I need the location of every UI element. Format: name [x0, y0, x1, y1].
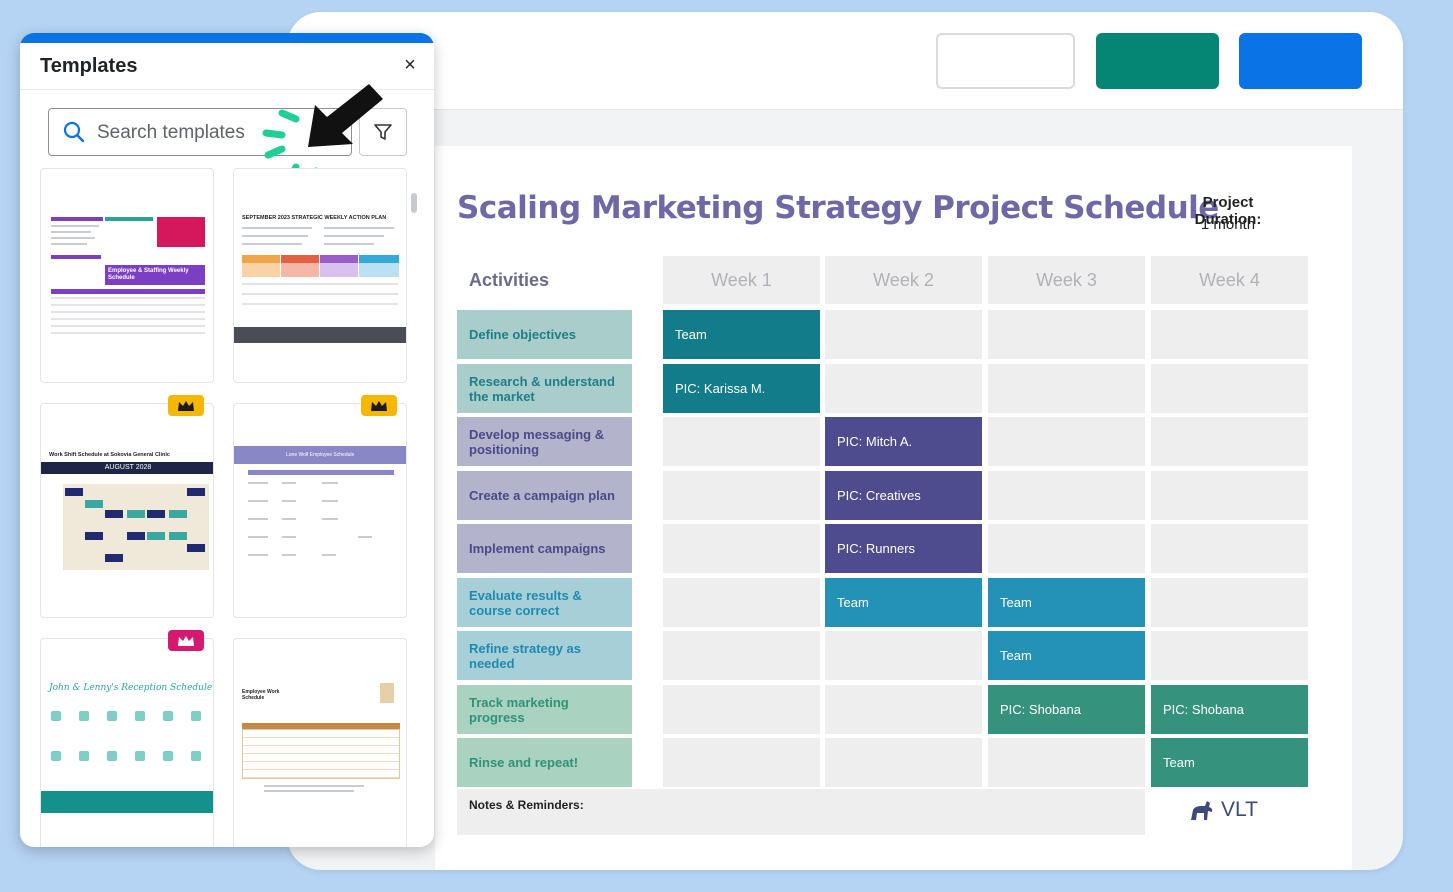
- template-card[interactable]: John & Lenny's Reception Schedule: [40, 638, 214, 847]
- scrollbar-thumb[interactable]: [411, 193, 417, 213]
- template-card[interactable]: Employee Work Schedule: [233, 638, 407, 847]
- week-header[interactable]: Week 1: [663, 256, 820, 304]
- schedule-block[interactable]: PIC: Karissa M.: [663, 364, 820, 413]
- activity-label[interactable]: Research & understand the market: [457, 364, 632, 413]
- schedule-empty-cell[interactable]: [663, 685, 820, 734]
- document-title[interactable]: Scaling Marketing Strategy Project Sched…: [457, 190, 1219, 226]
- pointer-arrow-icon: [308, 84, 383, 147]
- schedule-empty-cell[interactable]: [825, 364, 982, 413]
- template-caption: Employee & Staffing Weekly Schedule: [105, 265, 205, 285]
- template-caption: SEPTEMBER 2023 STRATEGIC WEEKLY ACTION P…: [242, 215, 387, 221]
- template-caption: Lone Wolf Employee Schedule: [234, 446, 406, 464]
- search-placeholder: Search templates: [97, 122, 245, 143]
- schedule-empty-cell[interactable]: [988, 364, 1145, 413]
- schedule-empty-cell[interactable]: [825, 685, 982, 734]
- premium-crown-icon: [168, 395, 204, 416]
- schedule-empty-cell[interactable]: [663, 471, 820, 520]
- schedule-block[interactable]: Team: [1151, 738, 1308, 787]
- activity-label[interactable]: Rinse and repeat!: [457, 738, 632, 787]
- schedule-block[interactable]: Team: [988, 578, 1145, 627]
- schedule-empty-cell[interactable]: [663, 524, 820, 573]
- schedule-block[interactable]: PIC: Mitch A.: [825, 417, 982, 466]
- fork-knife-icon: [157, 217, 205, 247]
- project-duration-value[interactable]: 1 month: [1169, 216, 1287, 233]
- schedule-empty-cell[interactable]: [663, 578, 820, 627]
- schedule-empty-cell[interactable]: [1151, 471, 1308, 520]
- schedule-empty-cell[interactable]: [1151, 578, 1308, 627]
- schedule-empty-cell[interactable]: [988, 417, 1145, 466]
- template-card[interactable]: Work Shift Schedule at Sokovia General C…: [40, 403, 214, 618]
- brand-name: VLT: [1221, 798, 1258, 821]
- template-card[interactable]: Employee & Staffing Weekly Schedule: [40, 168, 214, 383]
- schedule-empty-cell[interactable]: [663, 631, 820, 680]
- schedule-empty-cell[interactable]: [988, 738, 1145, 787]
- schedule-block[interactable]: Team: [988, 631, 1145, 680]
- template-card[interactable]: Lone Wolf Employee Schedule: [233, 403, 407, 618]
- horse-icon: [1191, 801, 1213, 820]
- premium-crown-icon: [168, 630, 204, 651]
- schedule-empty-cell[interactable]: [1151, 310, 1308, 359]
- template-subcaption: AUGUST 2028: [41, 462, 213, 474]
- editor-toolbar: [287, 12, 1403, 110]
- schedule-empty-cell[interactable]: [1151, 631, 1308, 680]
- notes-box[interactable]: Notes & Reminders:: [457, 789, 1145, 835]
- schedule-empty-cell[interactable]: [663, 738, 820, 787]
- activity-label[interactable]: Develop messaging & positioning: [457, 417, 632, 466]
- schedule-empty-cell[interactable]: [1151, 524, 1308, 573]
- template-caption: John & Lenny's Reception Schedule: [49, 683, 213, 693]
- activity-label[interactable]: Implement campaigns: [457, 524, 632, 573]
- activity-label[interactable]: Refine strategy as needed: [457, 631, 632, 680]
- toolbar-primary-button[interactable]: [1239, 33, 1362, 89]
- template-caption: Work Shift Schedule at Sokovia General C…: [49, 452, 170, 458]
- week-header[interactable]: Week 4: [1151, 256, 1308, 304]
- toolbar-green-button[interactable]: [1096, 33, 1219, 89]
- premium-crown-icon: [361, 395, 397, 416]
- week-header[interactable]: Week 3: [988, 256, 1145, 304]
- schedule-empty-cell[interactable]: [988, 310, 1145, 359]
- activity-label[interactable]: Define objectives: [457, 310, 632, 359]
- week-header[interactable]: Week 2: [825, 256, 982, 304]
- schedule-empty-cell[interactable]: [825, 310, 982, 359]
- activity-label[interactable]: Create a campaign plan: [457, 471, 632, 520]
- schedule-block[interactable]: PIC: Shobana: [988, 685, 1145, 734]
- schedule-empty-cell[interactable]: [1151, 417, 1308, 466]
- schedule-block[interactable]: Team: [825, 578, 982, 627]
- schedule-block[interactable]: PIC: Runners: [825, 524, 982, 573]
- activities-heading[interactable]: Activities: [469, 270, 549, 291]
- schedule-empty-cell[interactable]: [825, 631, 982, 680]
- schedule-block[interactable]: PIC: Shobana: [1151, 685, 1308, 734]
- activity-label[interactable]: Evaluate results & course correct: [457, 578, 632, 627]
- templates-panel: Templates × Search templates Employee & …: [20, 33, 434, 847]
- panel-accent-bar: [20, 33, 434, 43]
- schedule-empty-cell[interactable]: [988, 524, 1145, 573]
- activity-label[interactable]: Track marketing progress: [457, 685, 632, 734]
- notes-label: Notes & Reminders:: [469, 798, 584, 812]
- template-card[interactable]: SEPTEMBER 2023 STRATEGIC WEEKLY ACTION P…: [233, 168, 407, 383]
- toolbar-secondary-button[interactable]: [936, 33, 1075, 89]
- search-icon: [63, 121, 85, 143]
- brand-logo: VLT: [1187, 798, 1258, 822]
- document-canvas[interactable]: Scaling Marketing Strategy Project Sched…: [435, 146, 1352, 870]
- schedule-empty-cell[interactable]: [988, 471, 1145, 520]
- panel-title: Templates: [40, 55, 138, 77]
- schedule-block[interactable]: PIC: Creatives: [825, 471, 982, 520]
- schedule-empty-cell[interactable]: [1151, 364, 1308, 413]
- schedule-block[interactable]: Team: [663, 310, 820, 359]
- close-icon[interactable]: ×: [398, 53, 422, 77]
- schedule-empty-cell[interactable]: [663, 417, 820, 466]
- schedule-empty-cell[interactable]: [825, 738, 982, 787]
- template-caption: Employee Work Schedule: [242, 689, 280, 701]
